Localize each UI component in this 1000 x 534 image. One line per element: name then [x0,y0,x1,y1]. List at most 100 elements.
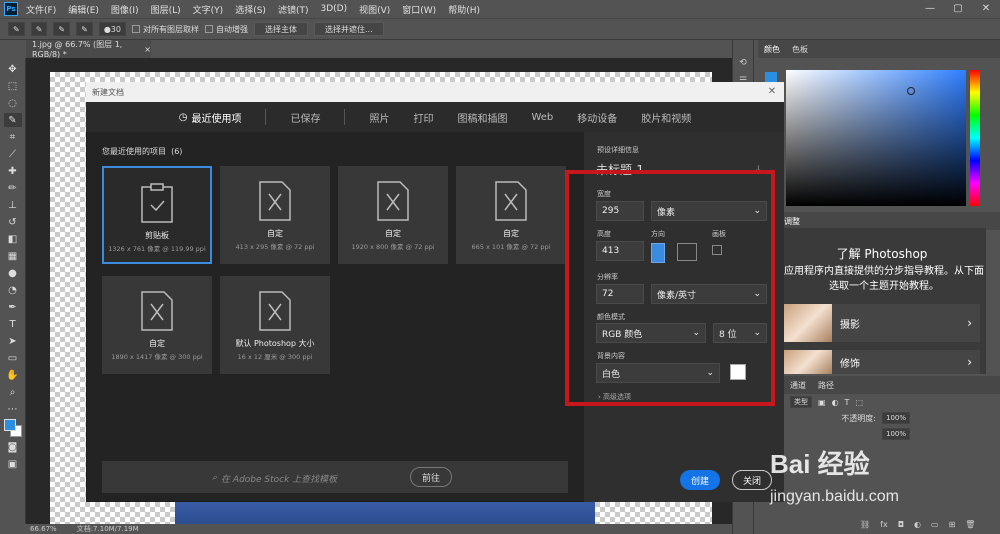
card-meta: 413 x 295 像素 @ 72 ppi [235,243,315,251]
crop-tool-icon[interactable]: ⌗ [4,130,22,144]
menu-view[interactable]: 视图(V) [359,3,390,16]
tab-recent[interactable]: ◷ 最近使用项 [179,110,242,125]
history-brush-tool-icon[interactable]: ↺ [4,215,22,229]
document-tab-close-icon[interactable]: × [144,45,151,54]
menu-edit[interactable]: 编辑(E) [68,3,99,16]
learn-item-photography[interactable]: 摄影 › [784,304,980,342]
fx-icon[interactable]: fx [880,520,888,529]
group-icon[interactable]: ▭ [931,520,939,529]
filter-adjust-icon[interactable]: ◐ [832,398,839,407]
layer-kind-filter[interactable]: 类型 [790,396,812,408]
more-tools-icon[interactable]: ⋯ [4,402,22,416]
learn-item-retouch[interactable]: 修饰 › [784,350,980,374]
sample-all-layers-checkbox[interactable]: 对所有图层取样 [131,24,199,35]
hue-slider[interactable] [970,70,980,206]
window-close-button[interactable]: ✕ [972,0,1000,18]
eyedropper-tool-icon[interactable]: ⟋ [4,147,22,161]
brush-size-picker[interactable]: ● 30 [98,22,126,36]
tab-paths[interactable]: 路径 [818,380,834,391]
hand-tool-icon[interactable]: ✋ [4,368,22,382]
checkbox-icon [131,25,140,33]
type-tool-icon[interactable]: T [4,317,22,331]
tab-web[interactable]: Web [531,112,553,123]
recent-card[interactable]: 自定 413 x 295 像素 @ 72 ppi [220,166,330,264]
foreground-background-color-icon[interactable] [3,419,22,437]
maximize-button[interactable]: ▢ [944,0,972,18]
opacity-input[interactable]: 100% [881,412,910,424]
tab-channels[interactable]: 通道 [790,380,806,391]
dialog-close-icon[interactable]: ✕ [764,84,780,100]
tab-color[interactable]: 颜色 [764,44,780,55]
select-and-mask-button[interactable]: 选择并遮住... [313,22,384,36]
brush-size-value: 30 [110,24,121,34]
options-bar: ✎ ✎ ✎ ✎ ● 30 对所有图层取样 自动增强 选择主体 选择并遮住... [0,18,1000,40]
foreground-color-swatch[interactable] [3,419,16,431]
fill-input[interactable]: 100% [881,428,910,440]
recent-card[interactable]: 自定 1890 x 1417 像素 @ 300 ppi [102,276,212,374]
rectangle-tool-icon[interactable]: ▭ [4,351,22,365]
menu-type[interactable]: 文字(Y) [193,3,224,16]
clone-stamp-tool-icon[interactable]: ⊥ [4,198,22,212]
delete-layer-icon[interactable]: 🗑 [965,520,975,529]
quick-mask-icon[interactable]: ◙ [4,440,22,454]
recent-card[interactable]: 默认 Photoshop 大小 16 x 12 厘米 @ 300 ppi [220,276,330,374]
tab-art[interactable]: 图稿和插图 [457,110,507,125]
quick-select-tool-icon[interactable]: ✎ [8,22,25,36]
zoom-tool-icon[interactable]: ⌕ [4,385,22,399]
color-picker-cursor[interactable] [907,87,915,95]
stock-go-button[interactable]: 前往 [410,467,452,487]
minimize-button[interactable]: — [916,0,944,18]
healing-brush-tool-icon[interactable]: ✚ [4,164,22,178]
menu-select[interactable]: 选择(S) [235,3,266,16]
create-button[interactable]: 创建 [680,470,720,490]
menu-filter[interactable]: 滤镜(T) [278,3,309,16]
auto-enhance-checkbox[interactable]: 自动增强 [204,24,248,35]
brush-tool-icon[interactable]: ✏ [4,181,22,195]
tab-print[interactable]: 打印 [413,110,433,125]
link-layers-icon[interactable]: ⛓ [860,520,870,529]
tab-film[interactable]: 胶片和视频 [641,110,691,125]
recent-card[interactable]: 自定 1920 x 800 像素 @ 72 ppi [338,166,448,264]
add-mask-icon[interactable]: ◘ [898,520,904,529]
menu-file[interactable]: 文件(F) [26,3,56,16]
filter-pixel-icon[interactable]: ▣ [818,398,826,407]
filter-type-icon[interactable]: T [845,398,850,407]
new-layer-icon[interactable]: ⊞ [949,520,956,529]
path-selection-tool-icon[interactable]: ➤ [4,334,22,348]
lasso-tool-icon[interactable]: ◌ [4,96,22,110]
zoom-level[interactable]: 66.67% [30,525,57,533]
move-tool-icon[interactable]: ✥ [4,62,22,76]
new-selection-icon[interactable]: ✎ [30,22,48,36]
quick-selection-tool-icon[interactable]: ✎ [3,113,22,127]
filter-shape-icon[interactable]: ⬚ [855,398,863,407]
marquee-tool-icon[interactable]: ⬚ [4,79,22,93]
blur-tool-icon[interactable]: ● [4,266,22,280]
history-panel-icon[interactable]: ⟲ [739,58,747,68]
menu-3d[interactable]: 3D(D) [320,4,347,14]
recent-card-clipboard[interactable]: 剪贴板 1326 x 761 像素 @ 119.99 ppi [102,166,212,264]
pen-tool-icon[interactable]: ✒ [4,300,22,314]
add-selection-icon[interactable]: ✎ [53,22,71,36]
subtract-selection-icon[interactable]: ✎ [76,22,93,36]
recent-items-heading: 您最近使用的项目 (6) [102,146,182,157]
menu-window[interactable]: 窗口(W) [402,3,436,16]
eraser-tool-icon[interactable]: ◧ [4,232,22,246]
tab-swatches[interactable]: 色板 [792,44,808,55]
tab-mobile[interactable]: 移动设备 [577,110,617,125]
select-subject-button[interactable]: 选择主体 [253,22,308,36]
color-field[interactable] [786,70,966,206]
screen-mode-icon[interactable]: ▣ [4,457,22,471]
recent-card[interactable]: 自定 665 x 101 像素 @ 72 ppi [456,166,566,264]
tab-photo[interactable]: 照片 [369,110,389,125]
menu-image[interactable]: 图像(I) [111,3,139,16]
document-tab[interactable]: 1.jpg @ 66.7% (图层 1, RGB/8) * × [26,40,151,59]
adjustment-layer-icon[interactable]: ◐ [914,520,921,529]
tab-adjustments[interactable]: 调整 [784,216,800,227]
close-button[interactable]: 关闭 [732,470,772,490]
menu-help[interactable]: 帮助(H) [448,3,480,16]
tab-saved[interactable]: 已保存 [290,110,320,125]
stock-search-input[interactable]: ⌕ 在 Adobe Stock 上查找模板 [212,470,407,486]
dodge-tool-icon[interactable]: ◔ [4,283,22,297]
menu-layer[interactable]: 图层(L) [151,3,181,16]
gradient-tool-icon[interactable]: ▦ [4,249,22,263]
